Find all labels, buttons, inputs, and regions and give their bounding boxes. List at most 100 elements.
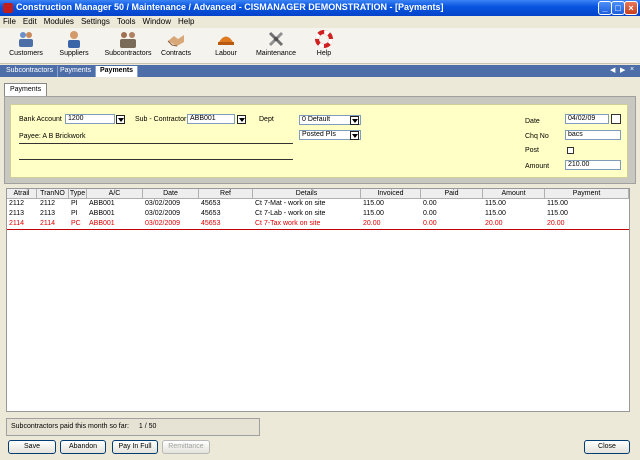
bank-account-field[interactable]: 1200: [65, 114, 115, 124]
labour-icon: [217, 30, 235, 48]
pay-in-full-button[interactable]: Pay In Full: [112, 440, 158, 454]
toolbar-contracts[interactable]: Contracts: [152, 30, 200, 62]
title-bar: Construction Manager 50 / Maintenance / …: [0, 0, 640, 16]
menu-window[interactable]: Window: [140, 16, 175, 26]
cell-tranno: 2114: [40, 220, 56, 227]
sub-contractor-dropdown-icon[interactable]: [237, 115, 246, 124]
dept-dropdown-icon[interactable]: [350, 116, 359, 125]
col-details[interactable]: Details: [253, 189, 361, 199]
calendar-icon[interactable]: [611, 114, 621, 124]
cell-ref: 45653: [201, 210, 221, 217]
suppliers-icon: [65, 30, 83, 48]
cell-atrail: 2112: [9, 200, 25, 207]
menu-edit[interactable]: Edit: [20, 16, 41, 26]
tab-subcontractors[interactable]: Subcontractors: [2, 66, 59, 77]
menu-settings[interactable]: Settings: [78, 16, 114, 26]
cell-amount: 20.00: [485, 220, 503, 227]
cell-atrail: 2114: [9, 220, 25, 227]
payee-text: Payee: A B Brickwork: [19, 133, 86, 140]
cell-tranno: 2112: [40, 200, 56, 207]
cell-ref: 45653: [201, 220, 221, 227]
cell-ac: ABB001: [89, 210, 115, 217]
date-label: Date: [525, 118, 540, 125]
abandon-button[interactable]: Abandon: [60, 440, 106, 454]
col-type[interactable]: Type: [69, 189, 87, 199]
cell-paid: 0.00: [423, 200, 437, 207]
date-field[interactable]: 04/02/09: [565, 114, 609, 124]
status-label: Subcontractors paid this month so far:: [11, 423, 129, 430]
posted-filter-dropdown-icon[interactable]: [350, 131, 359, 140]
col-ac[interactable]: A/C: [87, 189, 143, 199]
tab-payments[interactable]: Payments: [56, 66, 97, 77]
close-button[interactable]: Close: [584, 440, 630, 454]
status-count: 1 / 50: [138, 423, 157, 430]
tab-next-icon[interactable]: ▶: [620, 66, 625, 74]
chq-no-label: Chq No: [525, 133, 549, 140]
tab-payments-active[interactable]: Payments: [96, 66, 139, 77]
chq-no-field[interactable]: bacs: [565, 130, 621, 140]
tab-close-icon[interactable]: ×: [630, 66, 634, 73]
toolbar-help[interactable]: Help: [300, 30, 348, 62]
col-ref[interactable]: Ref: [199, 189, 253, 199]
app-icon: [3, 3, 13, 13]
cell-details: Ct 7-Mat - work on site: [255, 200, 326, 207]
col-date[interactable]: Date: [143, 189, 199, 199]
cell-type: PC: [71, 220, 81, 227]
cell-details: Ct 7-Tax work on site: [255, 220, 321, 227]
maintenance-icon: [267, 30, 285, 48]
cell-details: Ct 7-Lab - work on site: [255, 210, 326, 217]
payee-underline: [19, 143, 293, 144]
tab-prev-icon[interactable]: ◀: [610, 66, 615, 74]
cell-date: 03/02/2009: [145, 220, 181, 227]
cell-atrail: 2113: [9, 210, 25, 217]
cell-date: 03/02/2009: [145, 200, 181, 207]
subcontractors-icon: [119, 30, 137, 48]
cell-payment[interactable]: 115.00: [547, 199, 627, 209]
cell-invoiced: 115.00: [363, 210, 384, 217]
selected-row-underline: [7, 229, 629, 230]
cell-type: PI: [71, 200, 78, 207]
help-icon: [315, 30, 333, 48]
cell-ac: ABB001: [89, 200, 115, 207]
bank-account-label: Bank Account: [19, 116, 62, 123]
col-payment[interactable]: Payment: [545, 189, 629, 199]
cell-payment[interactable]: 20.00: [547, 219, 627, 229]
minimize-button[interactable]: _: [598, 1, 612, 15]
menu-tools[interactable]: Tools: [114, 16, 140, 26]
menu-file[interactable]: File: [0, 16, 20, 26]
window-title: Construction Manager 50 / Maintenance / …: [16, 2, 444, 12]
toolbar-subcontractors[interactable]: Subcontractors: [104, 30, 152, 62]
maximize-button[interactable]: □: [611, 1, 625, 15]
close-window-button[interactable]: ×: [624, 1, 638, 15]
subtab-payments[interactable]: Payments: [4, 83, 48, 96]
cell-amount: 115.00: [485, 200, 506, 207]
col-tranno[interactable]: TranNO: [37, 189, 69, 199]
customers-icon: [17, 30, 35, 48]
toolbar-suppliers[interactable]: Suppliers: [50, 30, 98, 62]
document-tabs: Subcontractors Payments Payments ◀ ▶ ×: [0, 65, 640, 77]
menu-help[interactable]: Help: [175, 16, 198, 26]
remittance-button[interactable]: Remittance: [162, 440, 210, 454]
cell-tranno: 2113: [40, 210, 56, 217]
col-amount[interactable]: Amount: [483, 189, 545, 199]
toolbar: Customers Suppliers Subcontractors Contr…: [0, 28, 640, 64]
menu-modules[interactable]: Modules: [41, 16, 78, 26]
toolbar-labour[interactable]: Labour: [202, 30, 250, 62]
sub-contractor-field[interactable]: ABB001: [187, 114, 235, 124]
cell-invoiced: 115.00: [363, 200, 384, 207]
toolbar-maintenance[interactable]: Maintenance: [252, 30, 300, 62]
cell-payment[interactable]: 115.00: [547, 209, 627, 219]
cell-paid: 0.00: [423, 210, 437, 217]
amount-field[interactable]: 210.00: [565, 160, 621, 170]
status-panel: Subcontractors paid this month so far: 1…: [6, 418, 260, 436]
post-checkbox[interactable]: [567, 147, 574, 154]
save-button[interactable]: Save: [8, 440, 56, 454]
col-invoiced[interactable]: Invoiced: [361, 189, 421, 199]
col-atrail[interactable]: Atrail: [7, 189, 37, 199]
cell-ac: ABB001: [89, 220, 115, 227]
amount-label: Amount: [525, 163, 550, 170]
col-paid[interactable]: Paid: [421, 189, 483, 199]
cell-invoiced: 20.00: [363, 220, 381, 227]
toolbar-customers[interactable]: Customers: [2, 30, 50, 62]
bank-account-dropdown-icon[interactable]: [116, 115, 125, 124]
